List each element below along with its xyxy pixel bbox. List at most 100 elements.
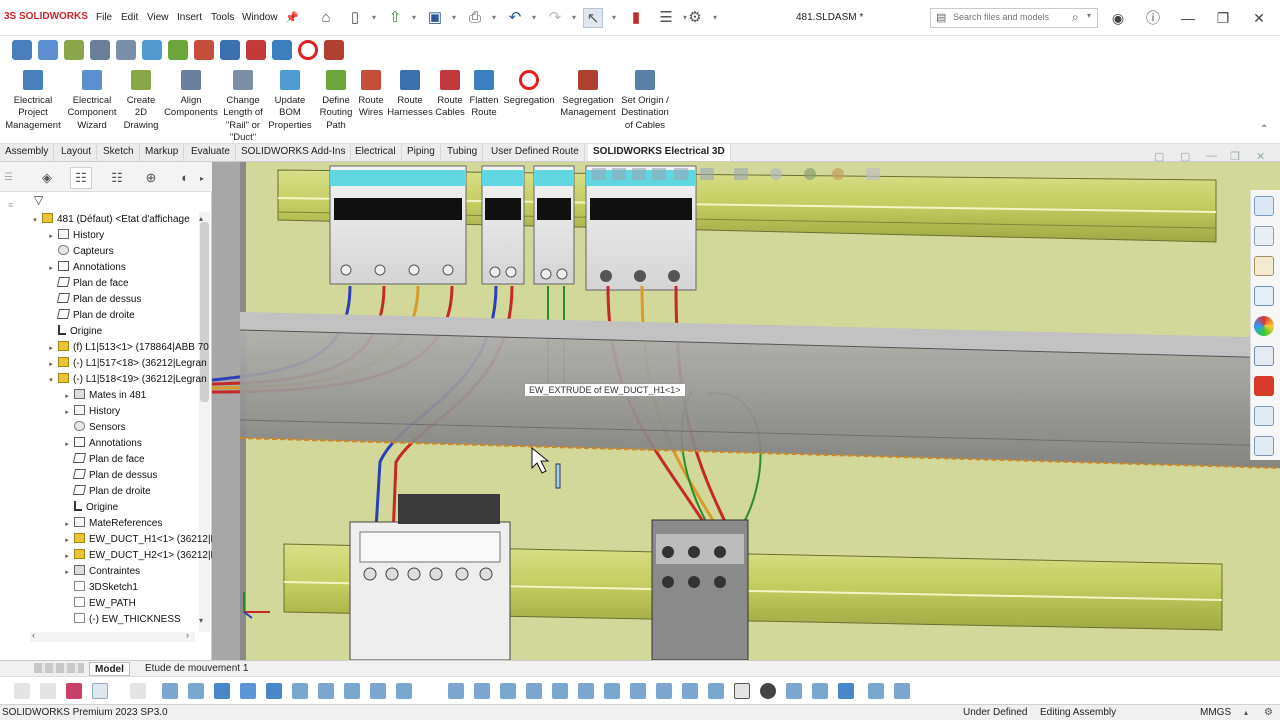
tab-user-defined-route[interactable]: User Defined Route [486,144,585,161]
tree-item[interactable]: ▸ MateReferences [62,516,162,532]
options-gear-icon[interactable]: ⚙ [685,8,705,28]
chevron-up-icon[interactable]: ▴ [1244,705,1248,721]
filter-midpoints-icon[interactable] [786,683,802,699]
filter-edges-icon[interactable] [66,683,82,699]
tree-item[interactable]: ▸ EW_DUCT_H2<1> (36212|L [62,548,216,564]
new-document-icon[interactable]: ▯ [345,8,365,28]
define-routing-path-button[interactable]: Define Routing Path [314,68,358,132]
project-management-icon[interactable] [12,40,32,60]
configuration-manager-tab-icon[interactable]: ☷ [106,167,128,189]
tree-item[interactable]: (-) EW_THICKNESS [62,612,181,628]
select-tool-icon[interactable] [92,683,108,699]
tree-item[interactable]: ▾ (-) L1|518<19> (36212|Legran [46,372,207,388]
breaker-4-pole[interactable] [329,165,467,285]
viewport-tile-icon[interactable]: ▢ [1154,150,1164,163]
redo-icon[interactable]: ↷ [545,8,565,28]
minimize-icon[interactable]: — [1176,8,1200,28]
bom-icon[interactable] [142,40,162,60]
menu-window[interactable]: Window [242,12,278,23]
tree-item[interactable]: Plan de dessus [62,468,157,484]
harness-icon[interactable] [220,40,240,60]
filter-centers-icon[interactable] [812,683,828,699]
tree-item[interactable]: ▸ Annotations [46,260,126,276]
expand-arrow-icon[interactable]: ▸ [46,357,56,373]
tree-item[interactable]: ▸ Annotations [62,436,142,452]
tab-markup[interactable]: Markup [140,144,185,161]
electrical-manager-icon[interactable] [1254,376,1274,396]
segregation-management-icon[interactable] [324,40,344,60]
tree-item[interactable]: Sensors [62,420,126,436]
panel-side-icon[interactable]: ≡ [8,200,13,210]
expand-arrow-icon[interactable]: ▸ [62,533,72,549]
tab-motion-study[interactable]: Etude de mouvement 1 [140,662,253,676]
tree-item[interactable]: Plan de droite [62,484,151,500]
search-input[interactable] [953,12,1073,22]
filter-planes-icon[interactable] [266,683,282,699]
filter-connectors-icon[interactable] [500,683,516,699]
align-icon[interactable] [90,40,110,60]
chevron-down-icon[interactable]: ▾ [1087,11,1091,20]
tree-item[interactable]: ▸ Contraintes [62,564,140,580]
expand-arrow-icon[interactable]: ▸ [62,517,72,533]
segregation-management-button[interactable]: Segregation Management [558,68,618,120]
tree-item[interactable]: ▸ History [62,404,120,420]
viewport-minimize-icon[interactable]: — [1206,150,1217,162]
chevron-down-icon[interactable]: ▾ [530,8,538,28]
filter-silhouette-icon[interactable] [838,683,854,699]
custom-properties-icon[interactable] [1254,346,1274,366]
filter-surfaces-icon[interactable] [240,683,256,699]
expand-arrow-icon[interactable]: ▸ [46,229,56,245]
filter-text-icon[interactable] [578,683,594,699]
menu-view[interactable]: View [147,12,169,23]
chevron-down-icon[interactable]: ▾ [410,8,418,28]
filter-mates-icon[interactable] [760,683,776,699]
help-icon[interactable]: ⓘ [1141,8,1165,28]
tab-assembly[interactable]: Assembly [0,144,55,161]
view-palette-icon[interactable] [1254,286,1274,306]
filter-tables-icon[interactable] [630,683,646,699]
assembly-3d-view[interactable] [212,162,1280,660]
segregation-icon[interactable] [298,40,318,60]
tree-item[interactable]: Plan de dessus [46,292,141,308]
feature-manager-tab-icon[interactable]: ◈ [36,167,58,189]
filter-notes-icon[interactable] [396,683,412,699]
tree-item[interactable]: ▸ Mates in 481 [62,388,146,404]
menu-edit[interactable]: Edit [121,12,138,23]
chevron-down-icon[interactable]: ▾ [370,8,378,28]
filter-vertices-icon[interactable] [162,683,178,699]
route-cables-button[interactable]: Route Cables [433,68,467,120]
routing-path-icon[interactable] [168,40,188,60]
move-handle-icon[interactable]: ☰ [4,172,13,183]
design-library-icon[interactable] [1254,226,1274,246]
scroll-left-icon[interactable]: ‹ [32,630,35,640]
restore-icon[interactable]: ❐ [1211,8,1235,28]
tree-item[interactable]: ▸ (f) L1|513<1> (178864|ABB 70 [46,340,209,356]
route-wires-button[interactable]: Route Wires [354,68,388,120]
update-bom-properties-button[interactable]: Update BOM Properties [266,68,314,132]
segregation-button[interactable]: Segregation [502,68,556,107]
filter-blocks-icon[interactable] [656,683,672,699]
expand-arrow-icon[interactable]: ▸ [62,437,72,453]
tree-item[interactable]: Plan de face [46,276,129,292]
search-box[interactable]: ▤ ⌕ ▾ [930,8,1098,28]
filter-points-icon[interactable] [318,683,334,699]
filter-annotation-icon[interactable] [734,683,750,699]
file-properties-icon[interactable]: ☰ [656,8,676,28]
tab-layout[interactable]: Layout [56,144,98,161]
search-icon[interactable]: ⌕ [1072,10,1079,25]
traffic-light-icon[interactable]: ▮ [626,8,646,28]
filter-loops-icon[interactable] [868,683,884,699]
tab-electrical[interactable]: Electrical [350,144,402,161]
create-2d-drawing-button[interactable]: Create 2D Drawing [118,68,164,132]
filter-cosmetic-icon[interactable] [708,683,724,699]
route-wires-icon[interactable] [194,40,214,60]
component-wizard-icon[interactable] [38,40,58,60]
tab-evaluate[interactable]: Evaluate [186,144,236,161]
filter-sketch-icon[interactable] [188,683,204,699]
set-origin-destination-button[interactable]: Set Origin / Destination of Cables [616,68,674,132]
expand-arrow-icon[interactable]: ▸ [46,341,56,357]
filter-icon[interactable] [14,683,30,699]
scroll-down-icon[interactable]: ▾ [199,616,203,625]
breaker-3-pole[interactable] [585,165,697,291]
filter-holes-icon[interactable] [682,683,698,699]
